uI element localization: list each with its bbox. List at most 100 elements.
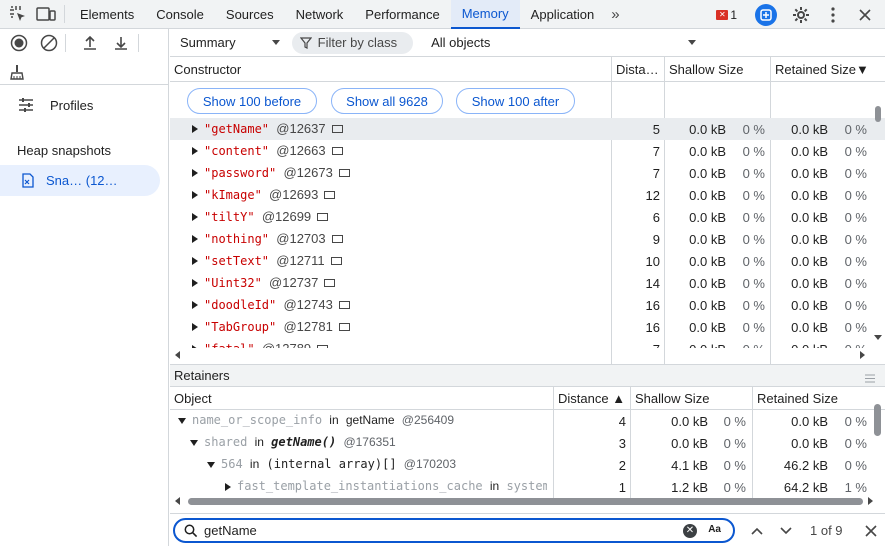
constructor-cell: "TabGroup" @12781 [204,319,350,334]
table-row[interactable]: "Uint32" @12737 14 0.0 kB 0 % 0.0 kB 0 % [170,272,885,294]
reveal-in-panel-icon[interactable] [324,279,336,287]
clear-all-profiles-icon[interactable] [37,31,61,55]
panel-drag-handle-icon[interactable] [865,371,875,386]
reveal-in-panel-icon[interactable] [338,301,350,309]
tab-elements[interactable]: Elements [69,0,145,29]
expand-arrow-icon[interactable] [190,440,198,446]
reveal-in-panel-icon[interactable] [331,147,343,155]
expand-arrow-icon[interactable] [192,235,198,243]
summary-vertical-scrollbar[interactable] [873,102,883,348]
save-profile-icon[interactable] [109,31,133,55]
reveal-in-panel-icon[interactable] [330,257,342,265]
error-counter[interactable]: ✕ 1 [716,8,737,22]
device-toolbar-icon[interactable] [32,0,60,28]
view-select[interactable]: Summary [180,35,280,50]
tab-performance[interactable]: Performance [354,0,450,29]
expand-arrow-icon[interactable] [192,191,198,199]
expand-arrow-icon[interactable] [192,169,198,177]
column-retained-size[interactable]: Retained Size [753,387,885,410]
retainer-row[interactable]: name_or_scope_info in getName @256409 4 … [170,410,885,432]
expand-arrow-icon[interactable] [178,418,186,424]
table-row[interactable]: "doodleId" @12743 16 0.0 kB 0 % 0.0 kB 0 % [170,294,885,316]
expand-arrow-icon[interactable] [192,323,198,331]
table-row[interactable]: "setText" @12711 10 0.0 kB 0 % 0.0 kB 0 % [170,250,885,272]
sidebar-item-profiles[interactable]: Profiles [0,91,169,119]
scope-select[interactable]: All objects [431,35,697,50]
retainer-row[interactable]: shared in getName() @176351 3 0.0 kB 0 %… [170,432,885,454]
column-distance[interactable]: Dista… [612,57,665,82]
settings-gear-icon[interactable] [787,1,815,29]
class-filter-input[interactable]: Filter by class [291,31,414,54]
tab-sources[interactable]: Sources [215,0,285,29]
search-box[interactable]: ✕ Aa [173,518,735,543]
reveal-in-panel-icon[interactable] [331,125,343,133]
expand-arrow-icon[interactable] [192,301,198,309]
table-row[interactable]: "password" @12673 7 0.0 kB 0 % 0.0 kB 0 % [170,162,885,184]
previous-match-chevron-up-icon[interactable] [748,522,766,540]
retainer-distance: 2 [618,458,626,473]
table-row[interactable]: "nothing" @12703 9 0.0 kB 0 % 0.0 kB 0 % [170,228,885,250]
retainer-row[interactable]: 564 in (internal array)[] @170203 2 4.1 … [170,454,885,476]
reveal-in-panel-icon[interactable] [331,235,343,243]
tab-console[interactable]: Console [145,0,215,29]
string-value: "doodleId" [204,298,277,312]
retainer-shallow: 4.1 kB [671,458,708,473]
retainer-in: in [329,413,339,427]
table-row[interactable]: "fatal" @1278970.0 kB0 %0.0 kB0 % [170,338,885,348]
reveal-in-panel-icon[interactable] [324,191,336,199]
record-button[interactable] [7,31,31,55]
more-tabs-button[interactable]: » [605,6,625,23]
table-row[interactable]: "getName" @12637 5 0.0 kB 0 % 0.0 kB 0 % [170,118,885,140]
scroll-down-arrow-icon[interactable] [874,335,882,340]
close-search-icon[interactable] [862,522,880,540]
scroll-right-arrow-icon[interactable] [868,497,873,505]
tab-memory[interactable]: Memory [450,0,520,29]
reveal-in-panel-icon[interactable] [338,169,350,177]
search-input[interactable] [204,523,674,538]
retainers-vertical-scrollbar-thumb[interactable] [874,404,881,436]
column-distance-sorted[interactable]: Distance ▲ [554,387,631,410]
expand-arrow-icon[interactable] [192,257,198,265]
inspect-element-icon[interactable] [4,0,32,28]
expand-arrow-icon[interactable] [192,147,198,155]
reveal-in-panel-icon[interactable] [338,323,350,331]
constructor-cell: "kImage" @12693 [204,187,336,202]
scroll-left-arrow-icon[interactable] [175,351,180,359]
column-retained-size[interactable]: Retained Size▼ [771,57,885,82]
collapsed-arrow-icon[interactable] [225,483,231,491]
collect-garbage-broom-icon[interactable] [5,60,29,84]
table-row[interactable]: "content" @12663 7 0.0 kB 0 % 0.0 kB 0 % [170,140,885,162]
show-all-button[interactable]: Show all 9628 [331,88,443,114]
match-case-button[interactable]: Aa [708,524,721,535]
table-row[interactable]: "tiltY" @12699 6 0.0 kB 0 % 0.0 kB 0 % [170,206,885,228]
table-row[interactable]: "TabGroup" @12781 16 0.0 kB 0 % 0.0 kB 0 % [170,316,885,338]
expand-arrow-icon[interactable] [192,125,198,133]
string-value: "getName" [204,122,270,136]
column-object[interactable]: Object [170,387,554,410]
sidebar-item-snapshot[interactable]: Sna… (12… [0,165,160,196]
clear-search-icon[interactable]: ✕ [683,524,697,538]
show-after-button[interactable]: Show 100 after [456,88,575,114]
show-before-button[interactable]: Show 100 before [187,88,317,114]
scroll-right-arrow-icon[interactable] [860,351,865,359]
column-constructor[interactable]: Constructor [170,57,612,82]
kebab-menu-icon[interactable] [819,1,847,29]
next-match-chevron-down-icon[interactable] [777,522,795,540]
tab-application[interactable]: Application [520,0,606,29]
scrollbar-thumb[interactable] [188,498,863,505]
table-row[interactable]: "kImage" @12693 12 0.0 kB 0 % 0.0 kB 0 % [170,184,885,206]
load-profile-icon[interactable] [78,31,102,55]
retainers-horizontal-scrollbar[interactable] [170,495,885,507]
column-shallow-size[interactable]: Shallow Size [631,387,753,410]
close-devtools-icon[interactable] [851,1,879,29]
scrollbar-thumb[interactable] [875,106,881,122]
ai-assistance-icon[interactable] [755,3,777,26]
tab-network[interactable]: Network [285,0,355,29]
expand-arrow-icon[interactable] [192,213,198,221]
summary-horizontal-scrollbar[interactable] [170,348,885,362]
scroll-left-arrow-icon[interactable] [175,497,180,505]
expand-arrow-icon[interactable] [192,279,198,287]
expand-arrow-icon[interactable] [207,462,215,468]
reveal-in-panel-icon[interactable] [317,213,329,221]
column-shallow-size[interactable]: Shallow Size [665,57,771,82]
